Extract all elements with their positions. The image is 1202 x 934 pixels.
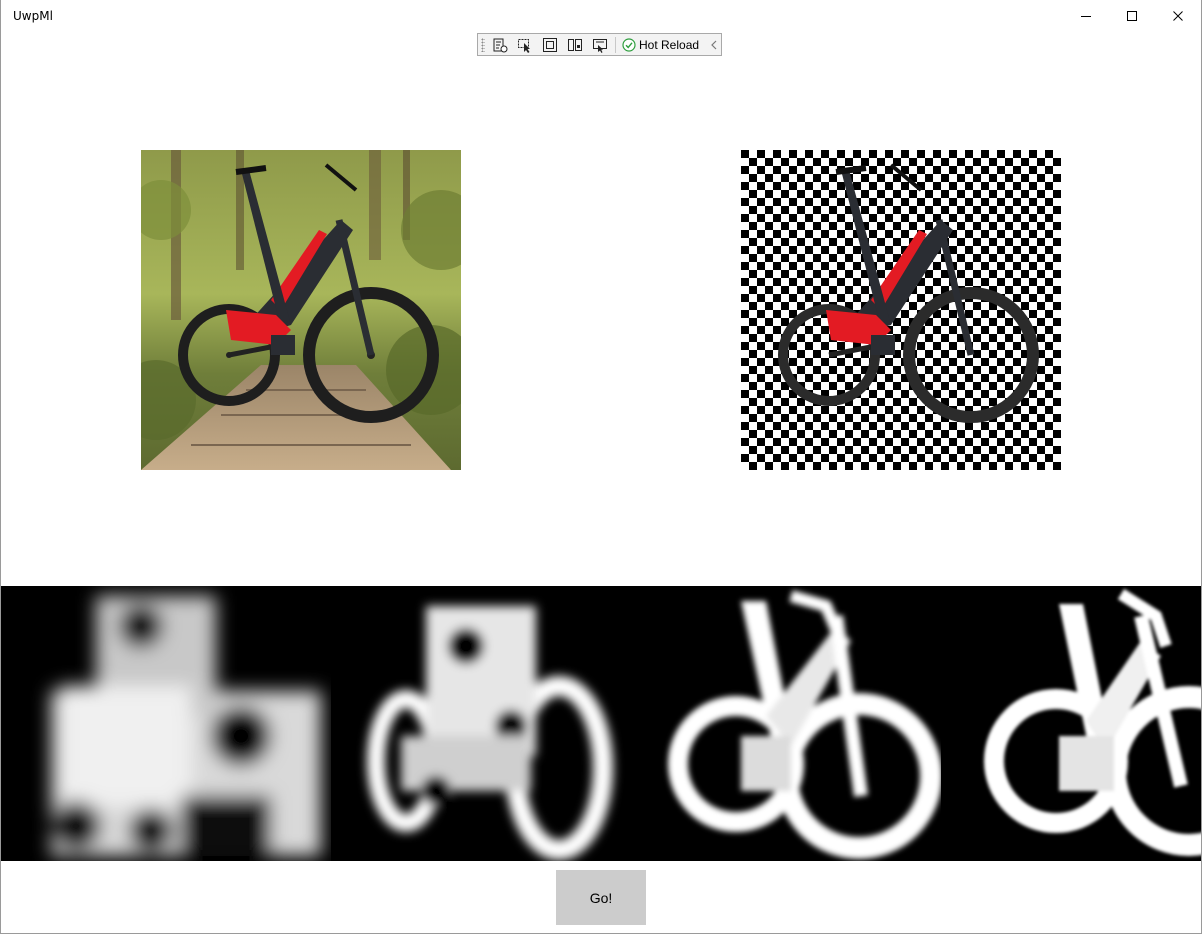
minimize-button[interactable]	[1063, 0, 1109, 32]
display-layout-adorners-icon	[543, 38, 557, 52]
go-button[interactable]: Go!	[556, 870, 646, 925]
bike-cutout-on-checkerboard	[741, 150, 1061, 470]
minimize-icon	[1081, 16, 1091, 17]
toolbar-separator	[615, 37, 616, 53]
maximize-button[interactable]	[1109, 0, 1155, 32]
layout-adorners-button[interactable]	[540, 36, 560, 54]
live-visual-tree-button[interactable]	[490, 36, 510, 54]
maximize-icon	[1127, 11, 1137, 21]
select-element-button[interactable]	[515, 36, 535, 54]
title-bar[interactable]: UwpMl	[1, 0, 1201, 32]
binding-failures-icon	[593, 39, 607, 53]
source-image	[141, 150, 461, 470]
track-focus-button[interactable]	[565, 36, 585, 54]
select-element-icon	[518, 39, 530, 53]
mask-strip	[1, 586, 1201, 861]
hot-reload-label: Hot Reload	[639, 38, 700, 52]
binding-failures-button[interactable]	[590, 36, 610, 54]
bike-photo	[141, 150, 461, 470]
track-focus-icon	[568, 39, 582, 51]
close-button[interactable]	[1155, 0, 1201, 32]
collapse-toolbar-button[interactable]	[708, 36, 720, 54]
segmentation-mask-stage-1	[51, 596, 321, 856]
check-circle-icon	[622, 38, 636, 52]
toolbar-grip[interactable]	[481, 38, 485, 52]
chevron-left-icon	[711, 40, 717, 50]
close-icon	[1173, 11, 1183, 21]
segmentation-mask-stage-3	[668, 590, 941, 859]
result-image	[741, 150, 1061, 470]
app-title: UwpMl	[13, 9, 53, 23]
segmentation-mask-stage-4	[984, 588, 1201, 856]
hot-reload-status[interactable]: Hot Reload	[622, 36, 699, 54]
segmentation-mask-stage-2	[367, 606, 613, 860]
hot-reload-toolbar: Hot Reload	[477, 33, 722, 56]
go-to-live-visual-tree-icon	[493, 38, 508, 53]
